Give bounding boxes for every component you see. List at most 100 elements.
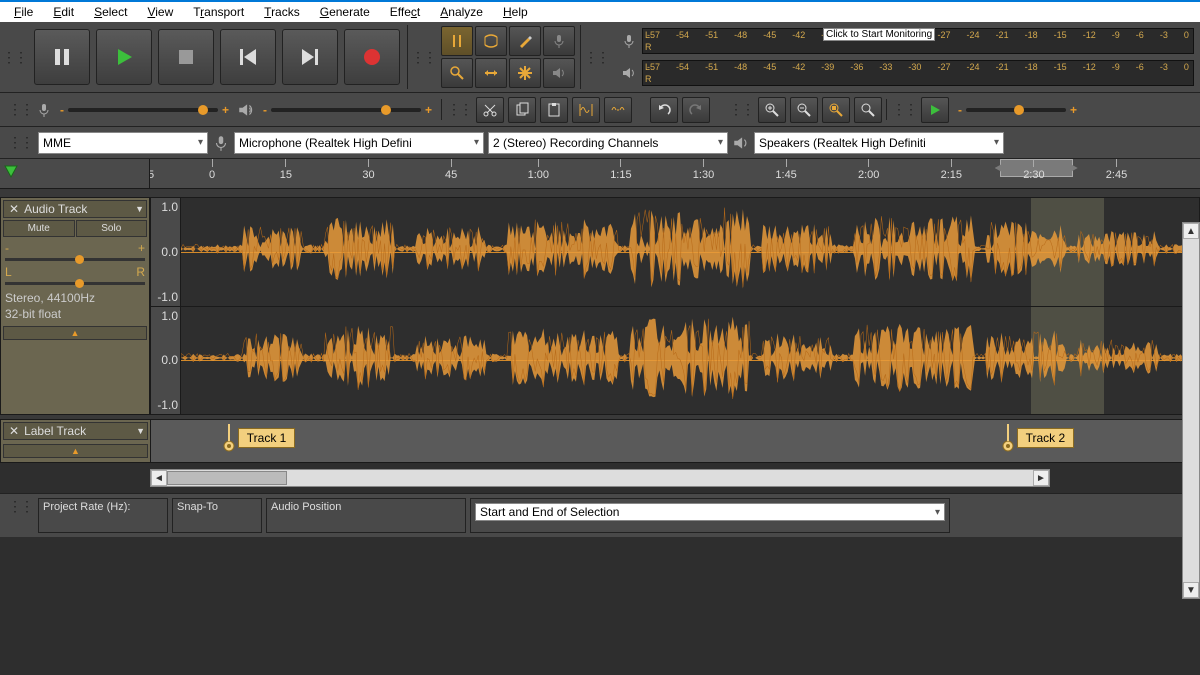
toolbar-grip-icon[interactable]: ⋮⋮ bbox=[727, 101, 755, 118]
label-track-body[interactable]: Track 1 Track 2 bbox=[151, 420, 1199, 462]
waveform-display[interactable]: 1.00.0-1.0 1.00.0-1.0 bbox=[150, 197, 1200, 415]
collapse-track-button[interactable]: ▲ bbox=[3, 444, 148, 458]
audio-position-label: Audio Position bbox=[271, 501, 461, 513]
timeline-tick: 1:45 bbox=[775, 159, 796, 188]
toolbar-grip-icon[interactable]: ⋮⋮ bbox=[582, 49, 610, 66]
zoom-out-button[interactable] bbox=[790, 97, 818, 123]
scroll-up-button[interactable]: ▲ bbox=[1183, 223, 1199, 239]
timeline-tick: 2:45 bbox=[1106, 159, 1127, 188]
stop-button[interactable] bbox=[158, 29, 214, 85]
timeline-tick: 0 bbox=[209, 159, 215, 188]
draw-tool[interactable] bbox=[509, 26, 541, 56]
multi-tool[interactable] bbox=[509, 58, 541, 88]
timeline-ruler[interactable]: -1501530451:001:151:301:452:002:152:302:… bbox=[0, 159, 1200, 189]
skip-start-button[interactable] bbox=[220, 29, 276, 85]
mic-meter-icon[interactable] bbox=[616, 28, 642, 54]
fit-selection-button[interactable] bbox=[822, 97, 850, 123]
toolbar-grip-icon[interactable]: ⋮⋮ bbox=[6, 101, 34, 118]
gain-slider[interactable]: -+ bbox=[5, 241, 145, 261]
toolbar-grip-icon[interactable]: ⋮⋮ bbox=[0, 49, 28, 66]
label-marker[interactable]: Track 1 bbox=[222, 424, 296, 452]
play-at-speed-button[interactable] bbox=[921, 97, 949, 123]
silence-button[interactable] bbox=[604, 97, 632, 123]
timeline-tick: 15 bbox=[280, 159, 292, 188]
label-marker[interactable]: Track 2 bbox=[1001, 424, 1075, 452]
playhead-icon[interactable] bbox=[4, 165, 18, 179]
redo-button[interactable] bbox=[682, 97, 710, 123]
toolbar-grip-icon[interactable]: ⋮⋮ bbox=[6, 498, 34, 533]
menu-transport[interactable]: Transport bbox=[183, 3, 254, 21]
menu-generate[interactable]: Generate bbox=[310, 3, 380, 21]
paste-button[interactable] bbox=[540, 97, 568, 123]
menu-edit[interactable]: Edit bbox=[43, 3, 84, 21]
scrollbar-thumb[interactable] bbox=[167, 471, 287, 485]
track-control-panel: ✕ Audio Track ▼ Mute Solo -+ LR Stereo, … bbox=[0, 197, 150, 415]
timeshift-tool[interactable] bbox=[475, 58, 507, 88]
envelope-tool[interactable] bbox=[475, 26, 507, 56]
mic-tool-icon[interactable] bbox=[543, 26, 575, 56]
scroll-right-button[interactable]: ► bbox=[1033, 470, 1049, 486]
fit-project-button[interactable] bbox=[854, 97, 882, 123]
undo-button[interactable] bbox=[650, 97, 678, 123]
vertical-scrollbar[interactable]: ▲ ▼ bbox=[1182, 222, 1200, 599]
label-track-name[interactable]: Label Track bbox=[22, 424, 136, 438]
trim-button[interactable] bbox=[572, 97, 600, 123]
playback-meter[interactable]: L -57-54-51-48-45-42-39-36-33-30-27-24-2… bbox=[642, 60, 1194, 86]
speaker-icon bbox=[732, 134, 750, 152]
amplitude-scale: 1.00.0-1.0 bbox=[151, 307, 181, 415]
menu-help[interactable]: Help bbox=[493, 3, 538, 21]
record-button[interactable] bbox=[344, 29, 400, 85]
selection-tool[interactable] bbox=[441, 26, 473, 56]
toolbar-grip-icon[interactable]: ⋮⋮ bbox=[890, 101, 918, 118]
track-menu-button[interactable]: ▼ bbox=[135, 204, 144, 214]
timeline-tick: 2:30 bbox=[1023, 159, 1044, 188]
speaker-tool-icon[interactable] bbox=[543, 58, 575, 88]
menu-file[interactable]: File bbox=[4, 3, 43, 21]
toolbar-grip-icon[interactable]: ⋮⋮ bbox=[445, 101, 473, 118]
pause-button[interactable] bbox=[34, 29, 90, 85]
menu-effect[interactable]: Effect bbox=[380, 3, 430, 21]
recording-meter[interactable]: Click to Start Monitoring L -57-54-51-48… bbox=[642, 28, 1194, 54]
close-track-button[interactable]: ✕ bbox=[6, 202, 22, 216]
monitor-tooltip: Click to Start Monitoring bbox=[823, 28, 935, 41]
label-track: ✕ Label Track ▼ ▲ Track 1 Track 2 bbox=[0, 419, 1200, 463]
menu-view[interactable]: View bbox=[137, 3, 183, 21]
skip-end-button[interactable] bbox=[282, 29, 338, 85]
collapse-track-button[interactable]: ▲ bbox=[3, 326, 147, 340]
timeline-tick: 2:15 bbox=[941, 159, 962, 188]
mute-button[interactable]: Mute bbox=[3, 220, 75, 237]
scroll-left-button[interactable]: ◄ bbox=[151, 470, 167, 486]
menu-analyze[interactable]: Analyze bbox=[430, 3, 493, 21]
toolbar-grip-icon[interactable]: ⋮⋮ bbox=[6, 134, 34, 151]
zoom-tool[interactable] bbox=[441, 58, 473, 88]
chevron-down-icon: ▾ bbox=[929, 507, 940, 518]
menu-select[interactable]: Select bbox=[84, 3, 137, 21]
cut-button[interactable] bbox=[476, 97, 504, 123]
audio-host-combo[interactable]: MME▾ bbox=[38, 132, 208, 154]
track-name[interactable]: Audio Track bbox=[22, 202, 135, 216]
horizontal-scrollbar[interactable]: ◄ ► bbox=[150, 469, 1050, 487]
playback-device-combo[interactable]: Speakers (Realtek High Definiti▾ bbox=[754, 132, 1004, 154]
playback-speed-slider[interactable]: - + bbox=[952, 103, 1092, 117]
selection-format-combo[interactable]: Start and End of Selection▾ bbox=[475, 503, 945, 521]
recording-volume-slider[interactable]: - + bbox=[54, 103, 235, 117]
scroll-down-button[interactable]: ▼ bbox=[1183, 582, 1199, 598]
play-button[interactable] bbox=[96, 29, 152, 85]
recording-device-combo[interactable]: Microphone (Realtek High Defini▾ bbox=[234, 132, 484, 154]
zoom-in-button[interactable] bbox=[758, 97, 786, 123]
speaker-meter-icon[interactable] bbox=[616, 60, 642, 86]
toolbar-grip-icon[interactable]: ⋮⋮ bbox=[409, 49, 437, 66]
copy-button[interactable] bbox=[508, 97, 536, 123]
chevron-down-icon: ▾ bbox=[468, 137, 479, 148]
close-track-button[interactable]: ✕ bbox=[6, 424, 22, 438]
pan-slider[interactable]: LR bbox=[5, 265, 145, 285]
playback-volume-slider[interactable]: - + bbox=[257, 103, 438, 117]
menu-tracks[interactable]: Tracks bbox=[254, 3, 310, 21]
recording-channels-combo[interactable]: 2 (Stereo) Recording Channels▾ bbox=[488, 132, 728, 154]
solo-button[interactable]: Solo bbox=[76, 220, 148, 237]
mixer-edit-toolbar: ⋮⋮ - + - + ⋮⋮ ⋮⋮ ⋮⋮ - bbox=[0, 93, 1200, 127]
speaker-icon bbox=[237, 101, 255, 119]
amplitude-scale: 1.00.0-1.0 bbox=[151, 198, 181, 306]
track-menu-button[interactable]: ▼ bbox=[136, 426, 145, 436]
meter-toolbar: Click to Start Monitoring L -57-54-51-48… bbox=[610, 22, 1200, 92]
